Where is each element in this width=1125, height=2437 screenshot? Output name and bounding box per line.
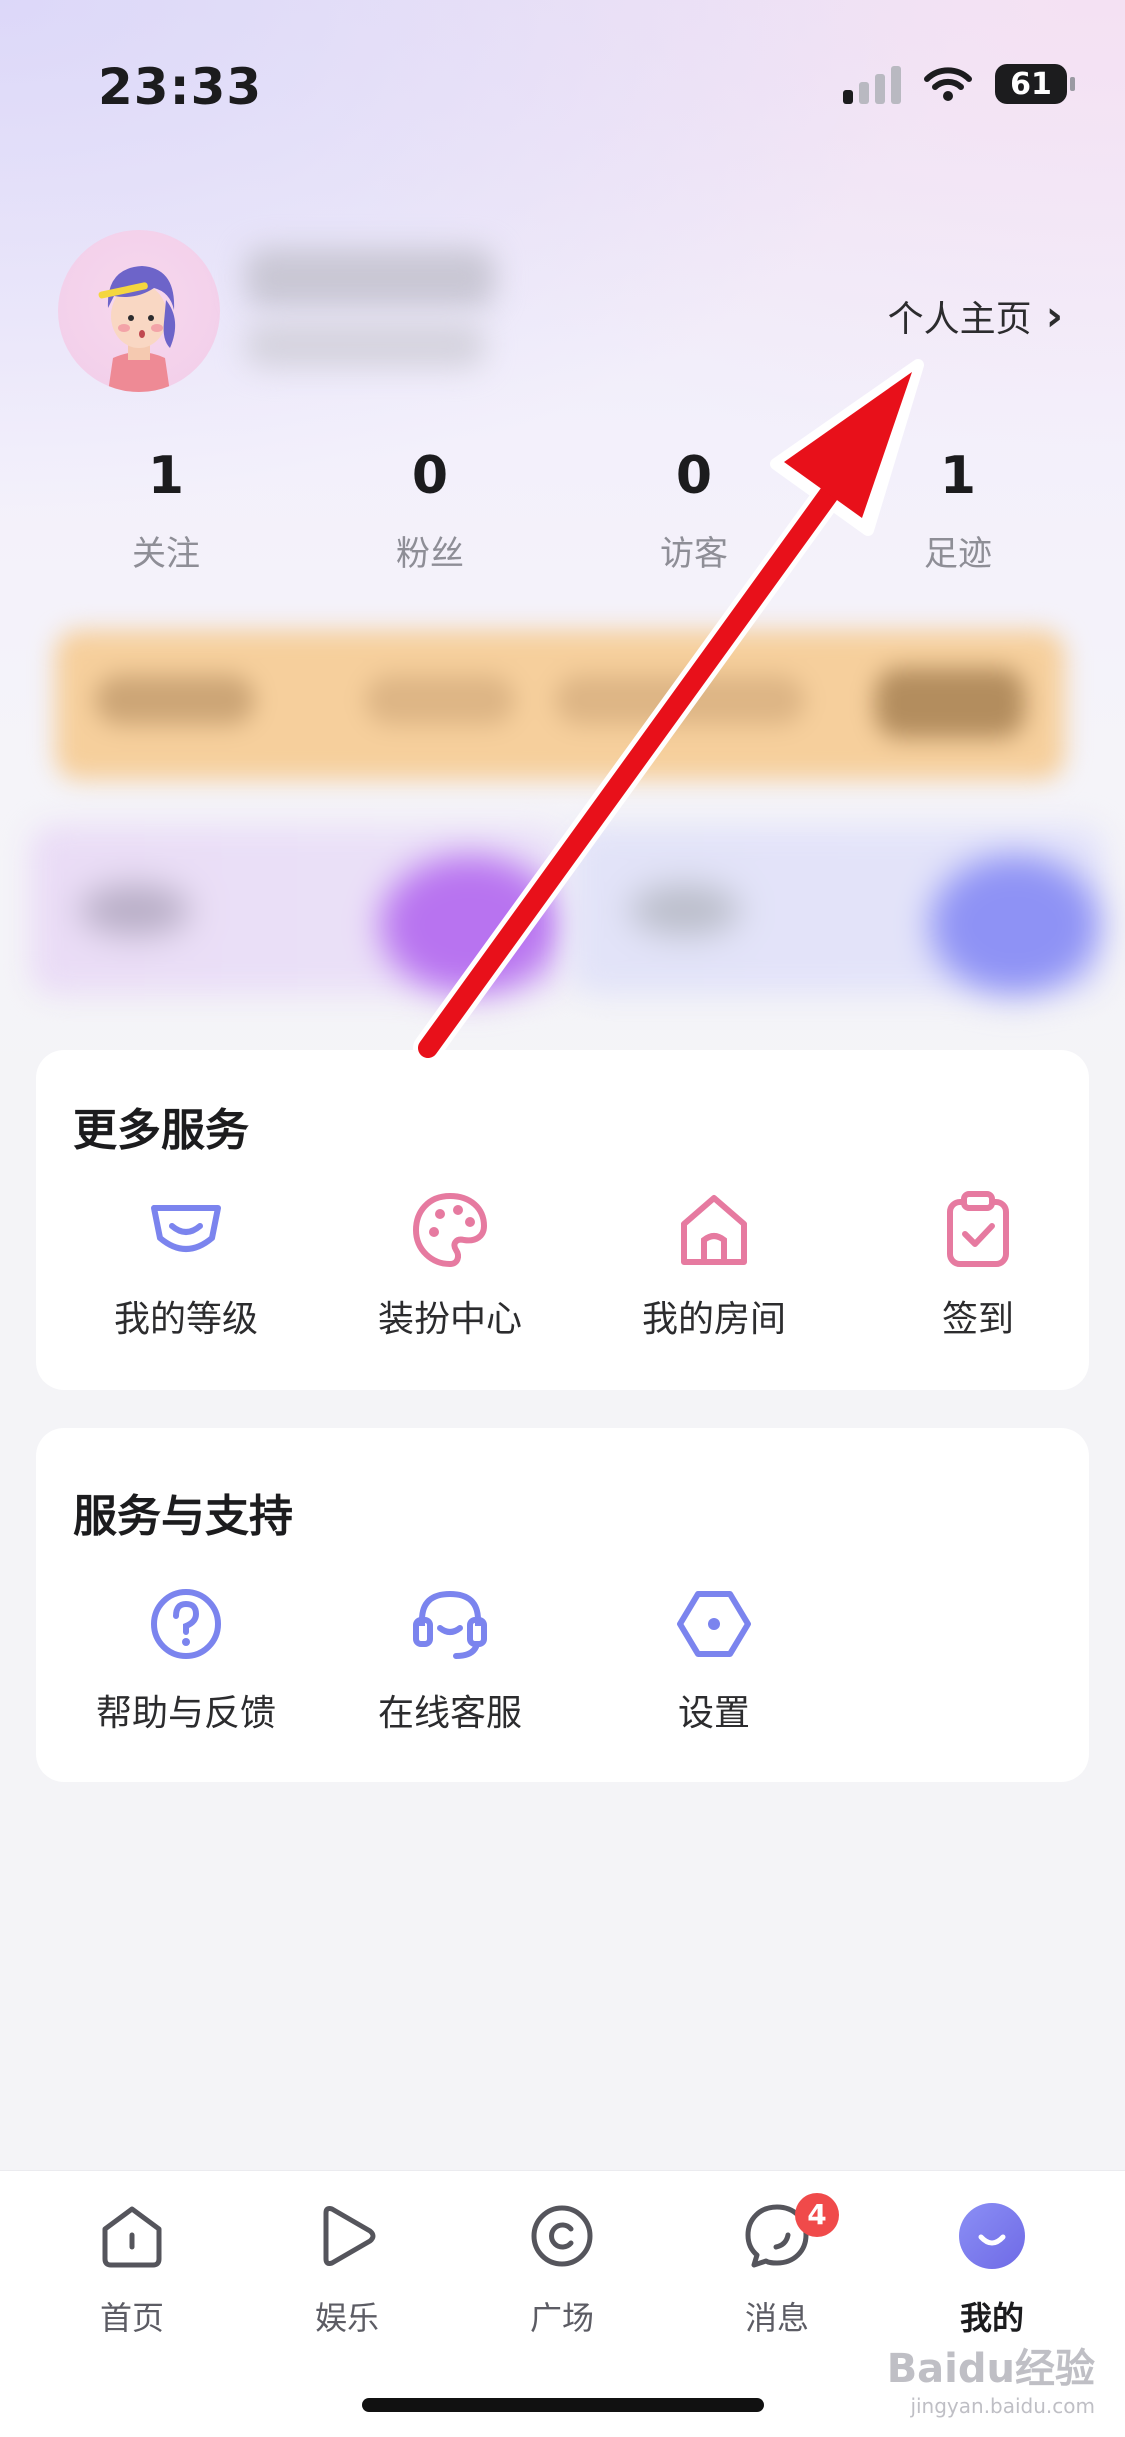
more-services-card: 更多服务 我的等级 装扮中心 我的房间 签到	[36, 1050, 1089, 1390]
tab-label: 首页	[99, 2299, 164, 2337]
support-card: 服务与支持 帮助与反馈 在线客服 设置	[36, 1428, 1089, 1782]
stat-value: 0	[411, 446, 449, 506]
stat-value: 1	[147, 446, 185, 506]
hexagon-settings-icon	[677, 1591, 751, 1657]
service-help-feedback[interactable]: 帮助与反馈	[66, 1584, 306, 1736]
tab-entertainment[interactable]: 娱乐	[257, 2201, 437, 2339]
service-my-level[interactable]: 我的等级	[66, 1190, 306, 1342]
home-icon	[102, 2206, 162, 2268]
wifi-icon	[924, 67, 972, 101]
stat-value: 0	[675, 446, 713, 506]
promo-card-left-blurred[interactable]	[30, 825, 565, 995]
house-icon	[681, 1195, 747, 1265]
service-check-in[interactable]: 签到	[858, 1190, 1098, 1342]
unread-badge: 4	[795, 2193, 839, 2237]
service-online-support[interactable]: 在线客服	[330, 1584, 570, 1736]
avatar-illustration	[98, 266, 176, 392]
status-icons: 61	[843, 64, 1075, 104]
service-label: 在线客服	[377, 1693, 522, 1734]
clipboard-check-icon	[947, 1191, 1009, 1267]
service-dress-up-center[interactable]: 装扮中心	[330, 1190, 570, 1342]
cellular-signal-icon	[843, 64, 901, 104]
tab-messages[interactable]: 4 消息	[687, 2193, 867, 2339]
tab-label: 娱乐	[314, 2299, 379, 2337]
support-title: 服务与支持	[73, 1491, 293, 1542]
service-label: 帮助与反馈	[95, 1693, 276, 1734]
stat-visitors[interactable]: 0 访客	[594, 440, 794, 575]
plaza-icon	[531, 2205, 593, 2267]
stat-label: 访客	[660, 534, 728, 574]
stat-value: 1	[939, 446, 977, 506]
home-indicator[interactable]	[362, 2398, 764, 2412]
headset-icon	[413, 1590, 487, 1659]
personal-homepage-label: 个人主页	[887, 299, 1032, 340]
stat-following[interactable]: 1 关注	[66, 440, 266, 575]
palette-icon	[412, 1192, 488, 1268]
stat-label: 足迹	[924, 534, 992, 574]
stat-label: 关注	[132, 534, 200, 574]
chevron-right-icon: ›	[1045, 291, 1063, 340]
level-badge-icon	[151, 1205, 221, 1252]
watermark-text: Baidu经验	[886, 2346, 1095, 2392]
status-time: 23:33	[98, 58, 263, 116]
service-label: 设置	[677, 1693, 750, 1734]
play-icon	[323, 2206, 376, 2266]
tab-plaza[interactable]: 广场	[472, 2201, 652, 2339]
vip-banner-blurred[interactable]	[55, 630, 1065, 780]
promo-card-right-blurred[interactable]	[570, 825, 1105, 995]
stat-fans[interactable]: 0 粉丝	[330, 440, 530, 575]
stat-footprints[interactable]: 1 足迹	[858, 440, 1058, 575]
service-my-room[interactable]: 我的房间	[594, 1190, 834, 1342]
stat-label: 粉丝	[396, 534, 464, 574]
username-blurred	[245, 248, 495, 308]
battery-icon: 61	[995, 64, 1075, 104]
tab-label: 我的	[959, 2299, 1024, 2337]
tab-me[interactable]: 我的	[902, 2201, 1082, 2339]
watermark: Baidu经验 jingyan.baidu.com	[887, 2336, 1095, 2418]
service-label: 我的等级	[113, 1299, 258, 1340]
tab-label: 消息	[744, 2299, 809, 2337]
tab-label: 广场	[529, 2299, 594, 2337]
avatar[interactable]	[58, 230, 220, 392]
service-settings[interactable]: 设置	[594, 1584, 834, 1736]
service-label: 我的房间	[641, 1299, 786, 1340]
user-id-blurred	[245, 322, 485, 368]
question-icon	[151, 1589, 221, 1659]
watermark-sub: jingyan.baidu.com	[910, 2394, 1095, 2418]
service-label: 装扮中心	[377, 1299, 522, 1340]
service-label: 签到	[941, 1299, 1014, 1340]
personal-homepage-link[interactable]: 个人主页 ›	[888, 290, 1063, 342]
tab-home[interactable]: 首页	[42, 2201, 222, 2339]
more-services-title: 更多服务	[73, 1105, 249, 1156]
me-icon	[959, 2203, 1025, 2269]
